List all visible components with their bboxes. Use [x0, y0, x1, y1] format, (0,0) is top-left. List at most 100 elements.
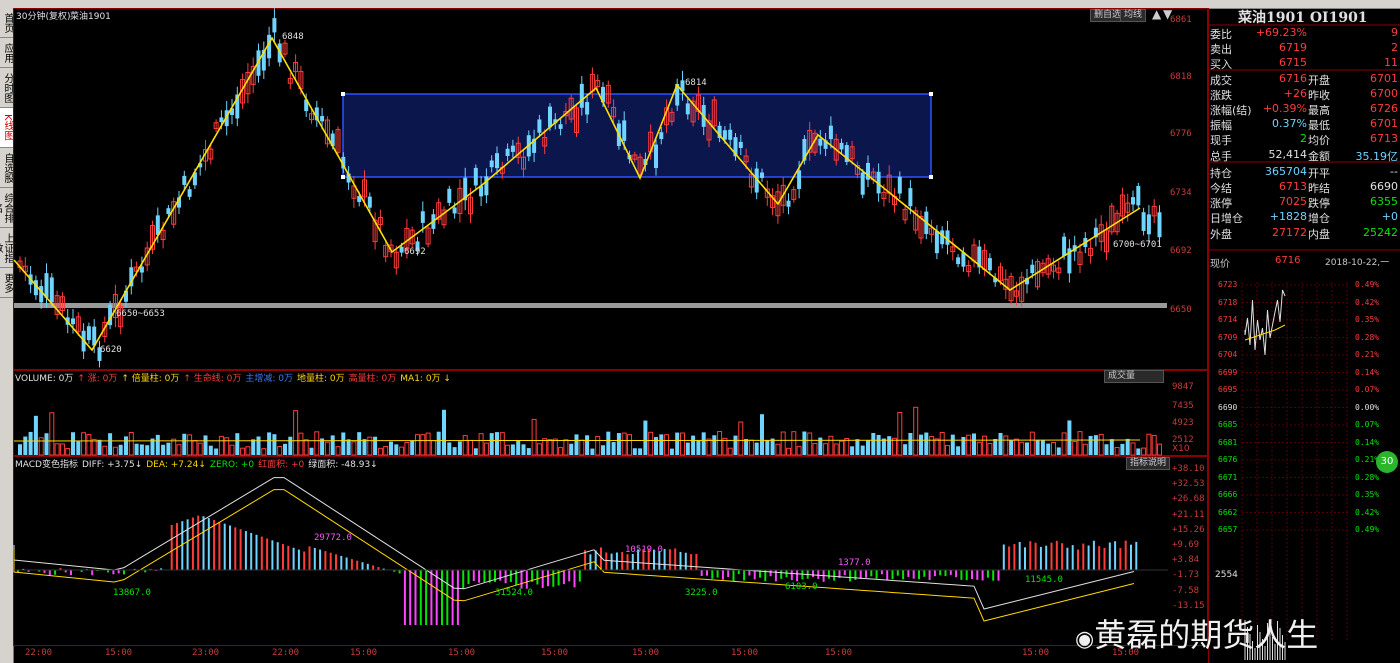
volume-bar — [303, 439, 309, 456]
volume-bar — [489, 433, 494, 455]
volume-bar — [71, 432, 75, 455]
volume-bar — [118, 444, 123, 455]
volume-bar — [23, 436, 28, 455]
volume-bar — [1051, 442, 1056, 456]
price-axis-label: 6692 — [1170, 246, 1192, 256]
side-badge[interactable]: 30 — [1376, 451, 1398, 473]
volume-bar — [685, 442, 690, 455]
quote-cell: +0 — [1381, 210, 1398, 224]
candle-down — [828, 125, 833, 140]
volume-bar — [621, 432, 627, 456]
volume-bar — [59, 443, 65, 456]
box-handle[interactable] — [341, 175, 345, 179]
time-axis-label: 15:00 — [825, 648, 853, 658]
volume-bar — [627, 434, 632, 456]
quote-cell: 6716 — [1279, 71, 1307, 85]
time-axis-label: 15:00 — [1022, 648, 1050, 658]
volume-bar — [807, 432, 813, 456]
box-handle[interactable] — [929, 175, 933, 179]
volume-bar — [680, 432, 685, 456]
volume-bar — [659, 434, 664, 455]
quote-row: 卖出 6719 2 — [1210, 41, 1398, 56]
volume-bar — [791, 431, 797, 456]
annotation-low2: 6692 — [404, 247, 426, 257]
volume-bar — [802, 431, 807, 455]
candle-down — [1141, 212, 1146, 231]
time-axis-label: 22:00 — [25, 648, 53, 658]
volume-bar — [76, 441, 81, 455]
price-axis-label: 6650 — [1170, 305, 1192, 315]
indicator-dropdown[interactable]: 成交量 — [1104, 370, 1164, 383]
macd-header: MACD变色指标 DIFF: +3.75↓ DEA: +7.24↓ ZERO: +0 红… — [15, 457, 382, 470]
quote-cell: 7025 — [1279, 195, 1307, 209]
macd-header-item: 绿面积: -48.93↓ — [308, 460, 378, 470]
volume-bar — [377, 447, 383, 456]
volume-bar — [288, 436, 293, 455]
candle-down — [654, 144, 658, 169]
support-band — [14, 303, 1167, 308]
quote-cell: 现手 — [1210, 134, 1232, 148]
candle-down — [839, 142, 844, 150]
volume-bar — [251, 439, 256, 455]
quote-row: 今结 6713 昨结 6690 — [1210, 180, 1398, 195]
volume-bar — [357, 432, 362, 455]
volume-bar — [404, 441, 410, 456]
volume-bar — [256, 436, 261, 455]
volume-header-item: ↑ 涨: 0万 — [77, 374, 118, 384]
indicator-help-button[interactable]: 指标说明 — [1126, 457, 1171, 470]
volume-bar — [717, 431, 723, 456]
macd-axis-label: +3.84 — [1172, 555, 1200, 566]
box-handle[interactable] — [929, 92, 933, 96]
volume-bar — [1125, 438, 1130, 455]
volume-bar — [897, 411, 903, 456]
volume-bar — [760, 414, 764, 455]
candle-down — [473, 167, 478, 186]
volume-bar — [563, 439, 569, 456]
macd-area-label: 10519.0 — [625, 545, 663, 555]
macd-area-label: 1377.0 — [838, 558, 871, 568]
volume-bar — [102, 445, 108, 456]
mini-price-axis-label: 6718 — [1218, 297, 1238, 307]
candle-down — [510, 145, 515, 152]
price-axis-label: 6776 — [1170, 129, 1192, 139]
volume-bar — [950, 434, 955, 455]
volume-bar — [765, 440, 770, 455]
volume-bar — [691, 435, 696, 455]
volume-bar — [823, 443, 829, 456]
mini-pct-axis-label: 0.49% — [1355, 525, 1380, 534]
macd-axis-label: +38.10 — [1172, 464, 1205, 474]
quote-row: 持仓 365704 开平 -- — [1210, 165, 1398, 180]
box-handle[interactable] — [341, 92, 345, 96]
candle-down — [579, 83, 584, 108]
volume-bar — [1098, 433, 1104, 456]
volume-bar — [595, 435, 601, 456]
volume-bar — [569, 443, 574, 455]
volume-bar — [335, 446, 341, 456]
candle-down — [934, 231, 939, 254]
volume-header-item: 高量柱: 0万 — [348, 374, 397, 384]
volume-bar — [654, 437, 658, 455]
quote-cell: 27172 — [1272, 225, 1307, 239]
quote-title: 菜油1901 OI1901 — [1238, 10, 1368, 26]
volume-bar — [606, 431, 611, 455]
volume-bar — [887, 436, 892, 455]
volume-header-item: 主增减: 0万 — [245, 374, 294, 384]
mini-price-axis-label: 6714 — [1218, 315, 1238, 324]
mini-pct-axis-label: 0.14% — [1355, 367, 1380, 377]
quote-cell: 开平 — [1308, 166, 1330, 180]
candle-down — [558, 124, 563, 129]
volume-bar — [91, 438, 97, 456]
mini-pct-axis-label: 0.42% — [1355, 297, 1380, 307]
volume-bar — [351, 441, 357, 456]
candle-down — [495, 153, 499, 169]
volume-bar — [134, 443, 139, 455]
volume-bar — [240, 447, 246, 456]
macd-header-item: MACD变色指标 — [15, 460, 78, 470]
volume-bar — [473, 448, 478, 455]
quote-row: 涨停 7025 跌停 6355 — [1210, 195, 1398, 210]
volume-bar — [748, 439, 754, 456]
volume-header-item: ↑ 倍量柱: 0万 — [121, 374, 180, 384]
volume-bar — [998, 432, 1003, 455]
volume-bar — [495, 432, 499, 455]
volume-bar — [1003, 435, 1009, 456]
